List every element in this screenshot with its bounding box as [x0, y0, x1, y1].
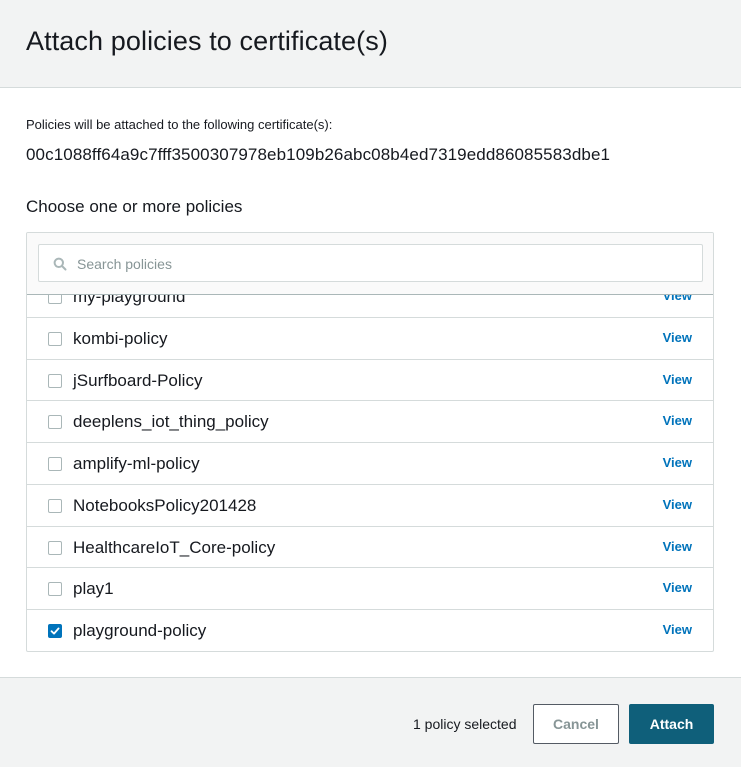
policy-list-box: my-playgroundViewkombi-policyViewjSurfbo…	[26, 232, 714, 652]
policy-name: jSurfboard-Policy	[73, 370, 203, 390]
policy-row[interactable]: playground-policy View	[27, 610, 713, 651]
search-input[interactable]	[75, 245, 679, 283]
policy-checkbox[interactable]	[48, 498, 62, 513]
policy-name: play1	[73, 579, 114, 599]
choose-policies-label: Choose one or more policies	[26, 197, 243, 216]
policy-checkbox[interactable]	[48, 582, 62, 597]
policy-checkbox[interactable]	[48, 415, 62, 430]
certificate-id: 00c1088ff64a9c7fff3500307978eb109b26abc0…	[26, 145, 611, 164]
policy-checkbox[interactable]	[48, 457, 62, 471]
view-policy-link[interactable]: View	[663, 330, 692, 345]
view-policy-link[interactable]: View	[663, 580, 692, 595]
policy-name: HealthcareIoT_Core-policy	[73, 537, 276, 557]
policy-name: playground-policy	[73, 621, 207, 640]
policy-name: kombi-policy	[73, 328, 168, 348]
view-policy-link[interactable]: View	[663, 622, 692, 637]
policy-name: NotebooksPolicy201428	[73, 495, 257, 515]
search-field[interactable]	[38, 244, 703, 283]
policy-checkbox[interactable]	[48, 331, 62, 346]
view-policy-link[interactable]: View	[663, 372, 692, 387]
view-policy-link[interactable]: View	[663, 539, 692, 554]
policy-list: my-playground View kombi-policy View jSurfbo…	[27, 276, 713, 651]
attach-button[interactable]: Attach	[629, 704, 714, 744]
search-bar	[27, 233, 713, 295]
view-policy-link[interactable]: View	[663, 413, 692, 428]
policy-checkbox[interactable]	[48, 540, 62, 555]
policy-row[interactable]: jSurfboard-Policy View	[27, 360, 713, 402]
view-policy-link[interactable]: View	[663, 455, 692, 470]
policy-row[interactable]: HealthcareIoT_Core-policy View	[27, 527, 713, 569]
policy-checkbox[interactable]	[48, 373, 62, 388]
policy-row[interactable]: NotebooksPolicy201428 View	[27, 485, 713, 527]
policy-name: amplify-ml-policy	[73, 454, 200, 473]
policy-name: deeplens_iot_thing_policy	[73, 412, 269, 432]
checkmark-icon	[50, 627, 60, 635]
dialog-title: Attach policies to certificate(s)	[26, 26, 388, 56]
selected-count: 1 policy selected	[413, 716, 517, 732]
search-icon	[53, 257, 67, 271]
policy-row[interactable]: kombi-policy View	[27, 318, 713, 360]
certificate-intro-label: Policies will be attached to the followi…	[26, 117, 333, 132]
policy-row[interactable]: play1 View	[27, 568, 713, 610]
cancel-button[interactable]: Cancel	[533, 704, 619, 744]
policy-row[interactable]: amplify-ml-policy View	[27, 443, 713, 485]
dialog-header: Attach policies to certificate(s)	[0, 0, 741, 88]
view-policy-link[interactable]: View	[663, 497, 692, 512]
dialog-footer: 1 policy selected Cancel Attach	[0, 677, 741, 767]
policy-checkbox-checked[interactable]	[48, 624, 62, 638]
policy-row[interactable]: deeplens_iot_thing_policy View	[27, 401, 713, 443]
